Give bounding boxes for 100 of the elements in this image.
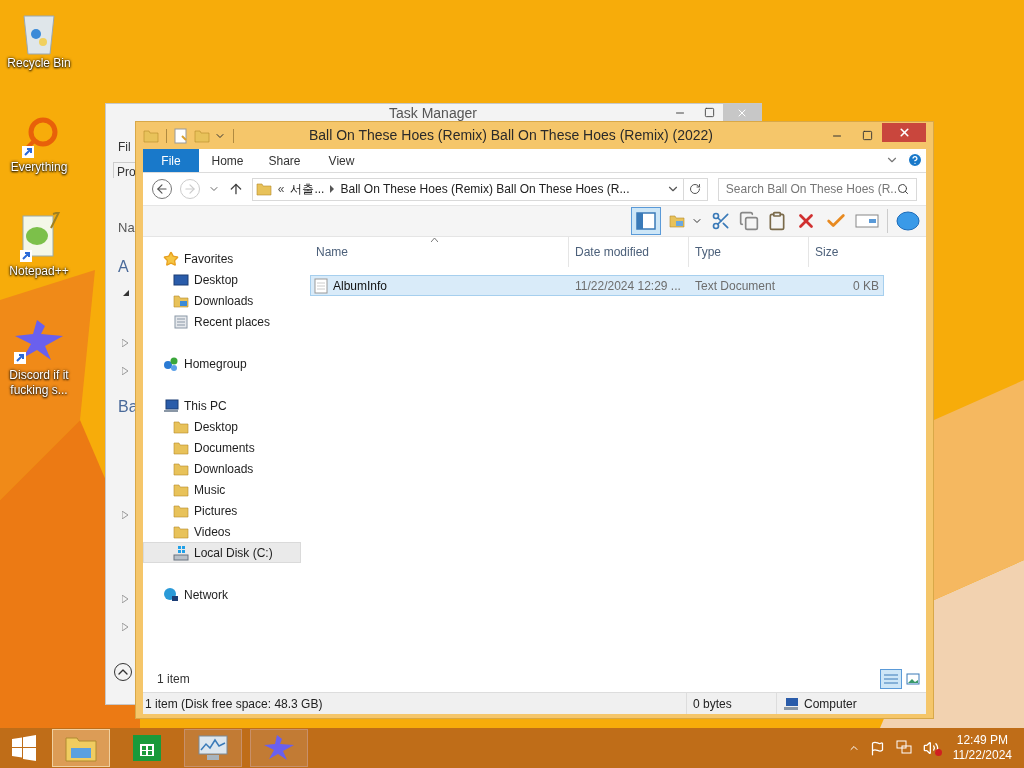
- shortcut-label: Discord if it fucking s...: [8, 368, 70, 398]
- nav-item[interactable]: Videos: [143, 521, 301, 542]
- group-heading: A: [118, 256, 130, 277]
- expand-icon: [122, 366, 128, 375]
- network-icon: [163, 586, 179, 603]
- search-icon: [897, 183, 909, 195]
- menu-item[interactable]: Fil: [118, 138, 136, 154]
- folder-icon: [173, 523, 189, 540]
- sort-caret-icon: [431, 238, 438, 242]
- ribbon-tab[interactable]: View: [313, 149, 370, 172]
- taskbar-app[interactable]: [52, 729, 110, 767]
- item-count: 1 item: [157, 671, 190, 688]
- column-header[interactable]: Type: [688, 237, 808, 267]
- search-field[interactable]: Search Ball On These Hoes (R...: [717, 177, 917, 201]
- ribbon-tab[interactable]: Home: [199, 149, 256, 172]
- taskbar-app[interactable]: [184, 729, 242, 767]
- nav-item[interactable]: This PC: [143, 395, 301, 416]
- breadcrumb-overflow[interactable]: «: [277, 180, 285, 198]
- nav-item[interactable]: Documents: [143, 437, 301, 458]
- nav-item[interactable]: Desktop: [143, 416, 301, 437]
- breadcrumb[interactable]: 서출...: [290, 180, 325, 198]
- ribbon-tab[interactable]: Share: [256, 149, 313, 172]
- nav-item[interactable]: Desktop: [143, 269, 301, 290]
- monitor-icon: [173, 271, 189, 288]
- new-folder-icon: [194, 127, 210, 144]
- folder-icon: [255, 181, 272, 197]
- column-header[interactable]: Size: [808, 237, 883, 267]
- homegroup-icon: [163, 355, 179, 372]
- date-cell-text: 11/22/2024 12:29 ...: [574, 277, 682, 295]
- cut-icon[interactable]: [711, 211, 731, 231]
- flag-icon[interactable]: [869, 740, 885, 756]
- close-button[interactable]: [882, 123, 926, 142]
- nav-item[interactable]: Downloads: [143, 458, 301, 479]
- notepad-icon: [17, 212, 61, 264]
- window-title: Ball On These Hoes (Remix) Ball On These Hoes (Remix) (2022): [307, 126, 715, 145]
- speaker-icon[interactable]: [922, 740, 939, 756]
- nav-item[interactable]: Local Disk (C:): [143, 542, 301, 563]
- folder-icon: [173, 481, 189, 498]
- status-size: 0 bytes: [686, 693, 776, 714]
- text-file-icon: [314, 277, 328, 294]
- nav-item[interactable]: Network: [143, 584, 301, 605]
- help-icon[interactable]: [907, 152, 923, 168]
- refresh-icon: [689, 183, 702, 195]
- maximize-icon[interactable]: [862, 130, 873, 141]
- expand-icon: [122, 510, 128, 519]
- properties-icon[interactable]: [174, 127, 188, 144]
- expand-icon: [122, 594, 128, 603]
- maximize-icon[interactable]: [704, 107, 715, 118]
- ribbon-tab[interactable]: File: [143, 149, 199, 172]
- shortcut-label: Recycle Bin: [6, 56, 72, 71]
- nav-item[interactable]: Homegroup: [143, 353, 301, 374]
- nav-item[interactable]: Favorites: [143, 248, 301, 269]
- downloads-folder-icon: [173, 292, 189, 309]
- rename-icon[interactable]: [855, 213, 879, 229]
- paste-icon[interactable]: [767, 211, 787, 231]
- breadcrumb[interactable]: Ball On These Hoes (Remix) Ball On These Hoes (R...: [340, 180, 630, 198]
- clock[interactable]: 12:49 PM 11/22/2024: [952, 733, 1012, 763]
- nav-item[interactable]: Downloads: [143, 290, 301, 311]
- size-cell-text: 0 KB: [852, 277, 880, 295]
- separator-icon: [330, 185, 335, 193]
- folder-icon: [143, 127, 159, 144]
- drive-icon: [173, 544, 189, 561]
- muted-badge-icon: [934, 749, 942, 756]
- folder-icon: [173, 439, 189, 456]
- star-icon: [163, 250, 179, 267]
- nav-item[interactable]: Music: [143, 479, 301, 500]
- preview-pane-button[interactable]: [631, 207, 661, 235]
- list-icon: [884, 673, 898, 685]
- recent-places-icon: [173, 313, 189, 330]
- magnifier-icon: [19, 116, 59, 160]
- clock-date: 11/22/2024: [952, 748, 1012, 763]
- shopping-bag-icon: [132, 734, 162, 762]
- file-name: AlbumInfo: [333, 277, 388, 295]
- monitor-chart-icon: [197, 734, 229, 762]
- shortcut-label: Everything: [9, 160, 69, 175]
- nav-item[interactable]: Recent places: [143, 311, 301, 332]
- file-row[interactable]: AlbumInfo 11/22/2024 12:29 ... Text Document 0 KB: [310, 275, 884, 296]
- shortcut-label: Notepad++: [8, 264, 70, 279]
- column-header[interactable]: Date modified: [568, 237, 688, 267]
- copy-icon[interactable]: [739, 211, 759, 231]
- computer-icon: [163, 397, 179, 414]
- status-location: Computer: [804, 695, 857, 713]
- folder-icon: [173, 460, 189, 477]
- folder-icon: [173, 502, 189, 519]
- computer-icon: [783, 696, 799, 711]
- search-input[interactable]: Search Ball On These Hoes (R...: [725, 180, 897, 198]
- windows-logo-icon[interactable]: [10, 734, 38, 762]
- close-icon: [736, 107, 748, 119]
- column-header[interactable]: Name: [310, 237, 568, 267]
- column-header: Na: [118, 219, 136, 237]
- status-text: 1 item (Disk free space: 48.3 GB): [144, 695, 324, 713]
- address-bar[interactable]: « 서출... Ball On These Hoes (Remix) Ball On These Hoes (R...: [251, 177, 684, 201]
- thumbnails-view-icon[interactable]: [906, 673, 920, 685]
- refresh-button[interactable]: [683, 177, 708, 201]
- type-cell-text: Text Document: [694, 277, 777, 295]
- expand-icon: [122, 622, 128, 631]
- network-icon[interactable]: [894, 740, 913, 756]
- folder-check-icon: [669, 213, 685, 229]
- details-view-button[interactable]: [880, 669, 902, 689]
- nav-item[interactable]: Pictures: [143, 500, 301, 521]
